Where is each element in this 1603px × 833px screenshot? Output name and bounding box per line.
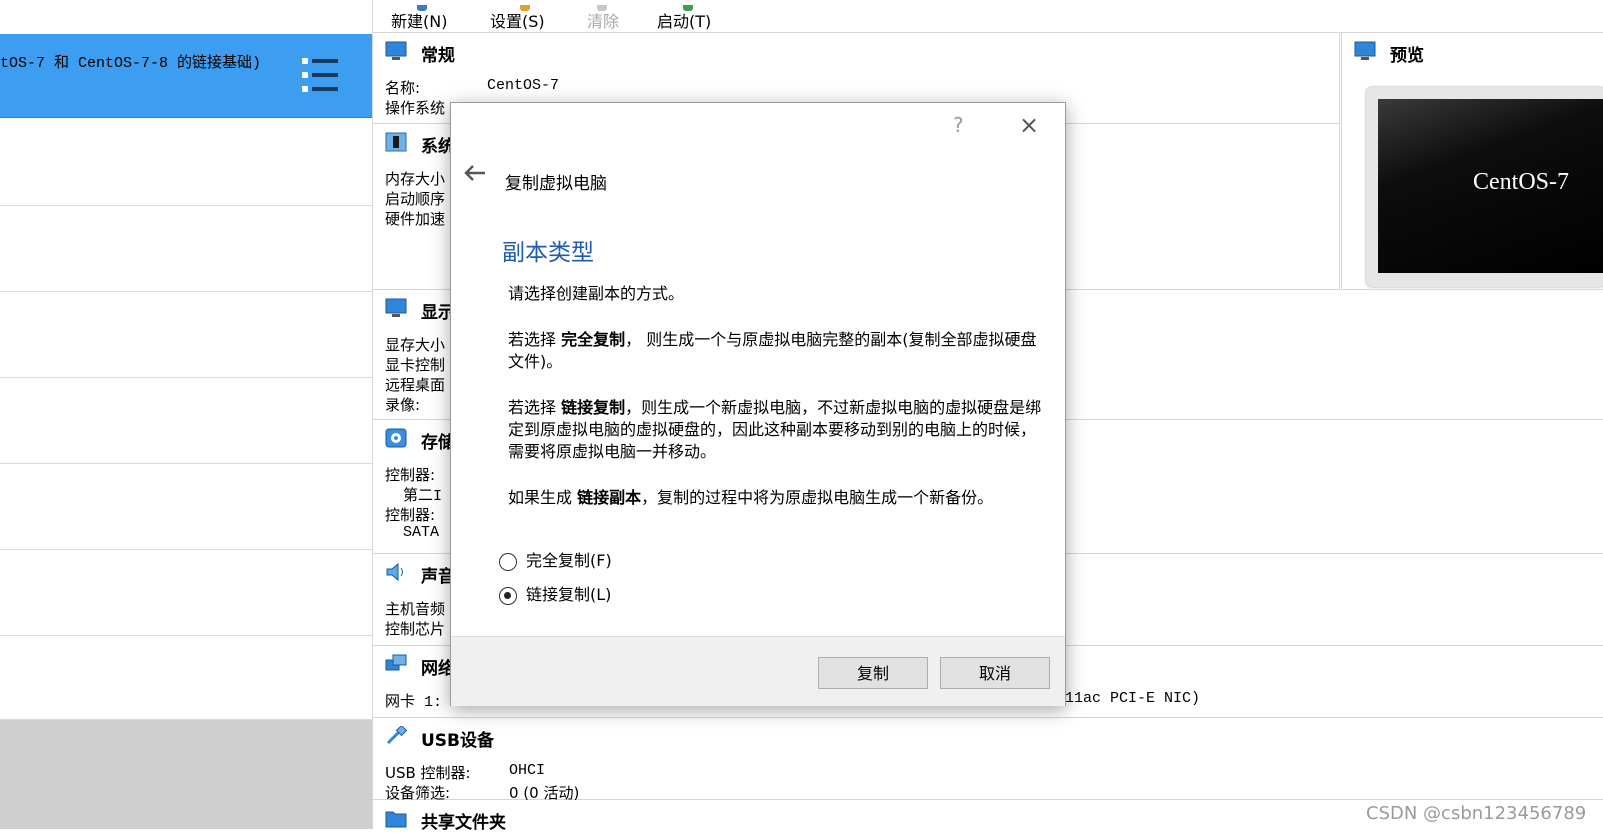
video-memory-label: 显存大小 <box>385 336 446 354</box>
controller-sata-label: 控制器: <box>385 506 436 524</box>
start-icon <box>683 5 693 11</box>
start-button[interactable]: 启动(T) <box>657 5 711 32</box>
ide-secondary-label: 第二I <box>403 488 443 505</box>
speaker-icon <box>386 562 403 582</box>
page-title: 副本类型 <box>502 240 594 266</box>
adapter-1-value: 11ac PCI-E NIC) <box>1065 690 1201 707</box>
dialog-footer: 复制 取消 <box>451 636 1065 706</box>
discard-icon <box>597 5 607 11</box>
vm-list-item[interactable] <box>0 464 372 550</box>
section-title: USB设备 <box>421 731 495 751</box>
storage-icon <box>385 428 407 448</box>
audio-controller-label: 控制芯片 <box>385 620 446 638</box>
settings-button[interactable]: 设置(S) <box>490 5 545 32</box>
radio-unchecked-icon[interactable] <box>499 552 517 571</box>
graphics-controller-label: 显卡控制 <box>385 356 446 374</box>
vm-name: tOS-7 和 CentOS-7-8 的链接基础) <box>0 55 262 72</box>
os-label: 操作系统 <box>385 99 446 117</box>
preview-monitor-icon <box>1354 41 1376 60</box>
vm-list-empty-area <box>0 720 372 829</box>
section-title: 常规 <box>421 46 455 66</box>
acceleration-label: 硬件加速 <box>385 210 446 228</box>
dialog-heading: 复制虚拟电脑 <box>505 174 607 194</box>
watermark: CSDN @csbn123456789 <box>1366 803 1587 824</box>
sata-port-label: SATA <box>403 524 440 541</box>
close-button[interactable]: × <box>1019 111 1039 139</box>
new-icon <box>417 5 427 11</box>
linked-clone-radio[interactable]: 链接复制(L) <box>499 581 611 605</box>
vm-list-item[interactable] <box>0 292 372 378</box>
details-menu-icon[interactable] <box>300 56 340 94</box>
usb-controller-label: USB 控制器: <box>385 764 471 782</box>
boot-order-label: 启动顺序 <box>385 190 446 208</box>
linked-backup-description: 如果生成 链接副本，复制的过程中将为原虚拟电脑生成一个新备份。 <box>508 488 994 507</box>
adapter-1-label: 网卡 1: <box>385 694 443 711</box>
name-label: 名称: <box>385 79 421 97</box>
vm-list-panel: tOS-7 和 CentOS-7-8 的链接基础) <box>0 0 373 829</box>
preview-panel: 预览 CentOS-7 <box>1341 33 1603 290</box>
controller-ide-label: 控制器: <box>385 466 436 484</box>
remote-desktop-label: 远程桌面 <box>385 376 446 394</box>
vm-list-item-selected[interactable]: tOS-7 和 CentOS-7-8 的链接基础) <box>0 34 372 118</box>
section-title: 共享文件夹 <box>421 813 506 833</box>
preview-screen-text: CentOS-7 <box>1473 169 1569 195</box>
vm-list-item[interactable] <box>0 206 372 292</box>
vm-list-item[interactable] <box>0 636 372 720</box>
memory-label: 内存大小 <box>385 170 446 188</box>
new-button[interactable]: 新建(N) <box>391 5 447 32</box>
usb-icon <box>386 726 407 745</box>
folder-icon <box>385 811 407 828</box>
vm-list-item[interactable] <box>0 118 372 206</box>
recording-label: 录像: <box>385 396 421 414</box>
discard-button[interactable]: 清除 <box>587 5 619 32</box>
vm-list-item[interactable] <box>0 550 372 636</box>
help-button[interactable]: ? <box>953 113 964 137</box>
network-icon <box>385 654 407 671</box>
name-value: CentOS-7 <box>487 77 560 94</box>
back-arrow-icon[interactable] <box>463 163 487 183</box>
preview-screen: CentOS-7 <box>1378 99 1603 273</box>
settings-icon <box>520 5 530 11</box>
cancel-button[interactable]: 取消 <box>940 657 1050 689</box>
linked-clone-description: 若选择 链接复制，则生成一个新虚拟电脑，不过新虚拟电脑的虚拟硬盘是绑定到原虚拟电… <box>508 398 1042 461</box>
intro-text: 请选择创建副本的方式。 <box>508 284 685 303</box>
full-clone-description: 若选择 完全复制， 则生成一个与原虚拟电脑完整的副本(复制全部虚拟硬盘文件)。 <box>508 330 1037 371</box>
usb-controller-value: OHCI <box>509 762 546 779</box>
monitor-icon <box>385 41 407 60</box>
chip-icon <box>385 132 407 152</box>
display-icon <box>385 298 407 317</box>
clone-vm-dialog: ? × 复制虚拟电脑 副本类型 请选择创建副本的方式。 若选择 完全复制， 则生… <box>450 102 1066 706</box>
toolbar: 新建(N) 设置(S) 清除 启动(T) <box>373 0 1603 33</box>
radio-checked-icon[interactable] <box>499 586 517 605</box>
preview-title: 预览 <box>1390 46 1424 66</box>
host-driver-label: 主机音频 <box>385 600 446 618</box>
vm-list-item[interactable] <box>0 378 372 464</box>
section-usb: USB设备 USB 控制器: OHCI 设备筛选: 0 (0 活动) <box>373 718 1603 802</box>
preview-frame: CentOS-7 <box>1366 87 1603 287</box>
full-clone-radio[interactable]: 完全复制(F) <box>499 547 612 571</box>
copy-button[interactable]: 复制 <box>818 657 928 689</box>
